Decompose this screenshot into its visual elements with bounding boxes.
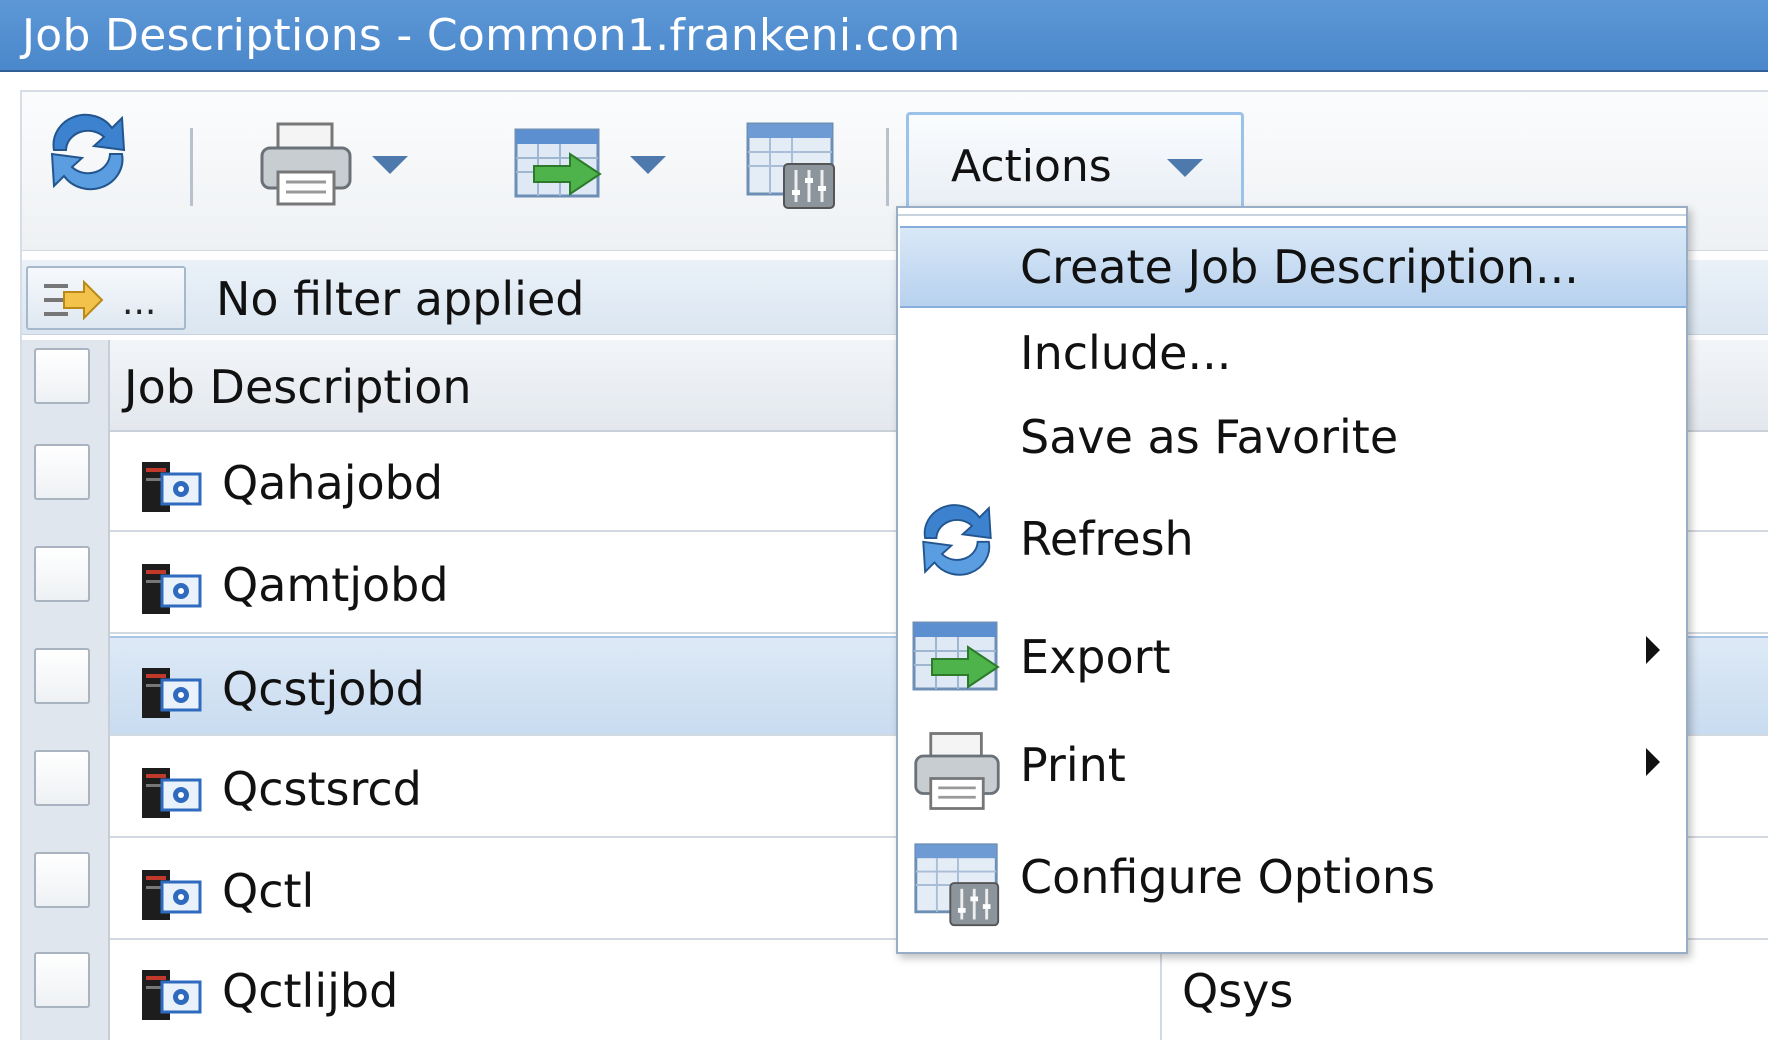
menu-item-label: Export bbox=[1020, 630, 1171, 684]
export-icon bbox=[912, 621, 1000, 691]
chevron-down-icon bbox=[630, 156, 666, 174]
filter-arrow-icon bbox=[44, 279, 104, 321]
window-titlebar: Job Descriptions - Common1.frankeni.com bbox=[0, 0, 1768, 72]
row-checkbox[interactable] bbox=[34, 444, 90, 500]
chevron-down-icon bbox=[1167, 159, 1203, 177]
menu-item-print[interactable]: Print bbox=[900, 716, 1686, 826]
menu-item-label: Include... bbox=[1020, 326, 1232, 380]
job-description-icon bbox=[142, 870, 202, 920]
job-description-name: Qctl bbox=[222, 864, 315, 918]
configure-options-icon bbox=[746, 122, 835, 209]
row-checkbox[interactable] bbox=[34, 750, 90, 806]
menu-item-refresh[interactable]: Refresh bbox=[900, 484, 1686, 594]
print-icon bbox=[260, 122, 352, 206]
menu-item-export[interactable]: Export bbox=[900, 602, 1686, 712]
job-description-icon bbox=[142, 462, 202, 512]
filter-status: No filter applied bbox=[216, 272, 585, 326]
actions-label: Actions bbox=[951, 141, 1112, 192]
filter-button[interactable]: ... bbox=[26, 266, 186, 330]
job-description-name: Qamtjobd bbox=[222, 558, 449, 612]
job-description-icon bbox=[142, 970, 202, 1020]
export-icon bbox=[514, 128, 602, 198]
job-description-icon bbox=[142, 768, 202, 818]
menu-item-label: Print bbox=[1020, 738, 1126, 792]
chevron-down-icon bbox=[372, 156, 408, 174]
configure-options-icon bbox=[914, 843, 1000, 927]
row-checkbox[interactable] bbox=[34, 852, 90, 908]
menu-item-label: Create Job Description... bbox=[1020, 240, 1579, 294]
job-description-name: Qcstjobd bbox=[222, 662, 425, 716]
print-icon bbox=[914, 732, 1000, 810]
menu-divider bbox=[898, 214, 1686, 216]
row-checkbox[interactable] bbox=[34, 952, 90, 1008]
toolbar-separator bbox=[190, 128, 193, 206]
print-button[interactable] bbox=[258, 120, 418, 210]
column-header-job-description[interactable]: Job Description bbox=[124, 360, 472, 414]
row-checkbox[interactable] bbox=[34, 546, 90, 602]
menu-item-save-as-favorite[interactable]: Save as Favorite bbox=[900, 398, 1686, 478]
menu-item-label: Save as Favorite bbox=[1020, 410, 1399, 464]
job-description-name: Qahajobd bbox=[222, 456, 444, 510]
menu-item-label: Refresh bbox=[1020, 512, 1194, 566]
column-divider bbox=[1160, 940, 1162, 1040]
menu-item-create-job-description[interactable]: Create Job Description... bbox=[900, 226, 1686, 308]
submenu-arrow-icon bbox=[1646, 748, 1660, 776]
menu-item-include[interactable]: Include... bbox=[900, 314, 1686, 394]
submenu-arrow-icon bbox=[1646, 636, 1660, 664]
export-button[interactable] bbox=[514, 126, 674, 206]
menu-item-configure-options[interactable]: Configure Options bbox=[900, 832, 1686, 944]
job-description-icon bbox=[142, 564, 202, 614]
job-description-library: Qsys bbox=[1182, 964, 1294, 1018]
actions-dropdown-menu: Create Job Description... Include... Sav… bbox=[896, 206, 1688, 954]
refresh-button[interactable] bbox=[40, 106, 136, 196]
toolbar-separator bbox=[886, 128, 889, 206]
configure-options-button[interactable] bbox=[744, 120, 838, 212]
job-description-icon bbox=[142, 668, 202, 718]
job-description-name: Qctlijbd bbox=[222, 964, 399, 1018]
menu-item-label: Configure Options bbox=[1020, 850, 1436, 904]
row-checkbox[interactable] bbox=[34, 648, 90, 704]
actions-menu-button[interactable]: Actions bbox=[906, 112, 1244, 212]
refresh-icon bbox=[922, 504, 992, 576]
job-description-name: Qcstsrcd bbox=[222, 762, 422, 816]
select-all-checkbox[interactable] bbox=[34, 348, 90, 404]
table-row[interactable]: Qctlijbd Qsys bbox=[110, 940, 1768, 1040]
refresh-icon bbox=[50, 113, 126, 191]
filter-button-label: ... bbox=[122, 282, 157, 323]
window-title: Job Descriptions - Common1.frankeni.com bbox=[22, 10, 961, 61]
